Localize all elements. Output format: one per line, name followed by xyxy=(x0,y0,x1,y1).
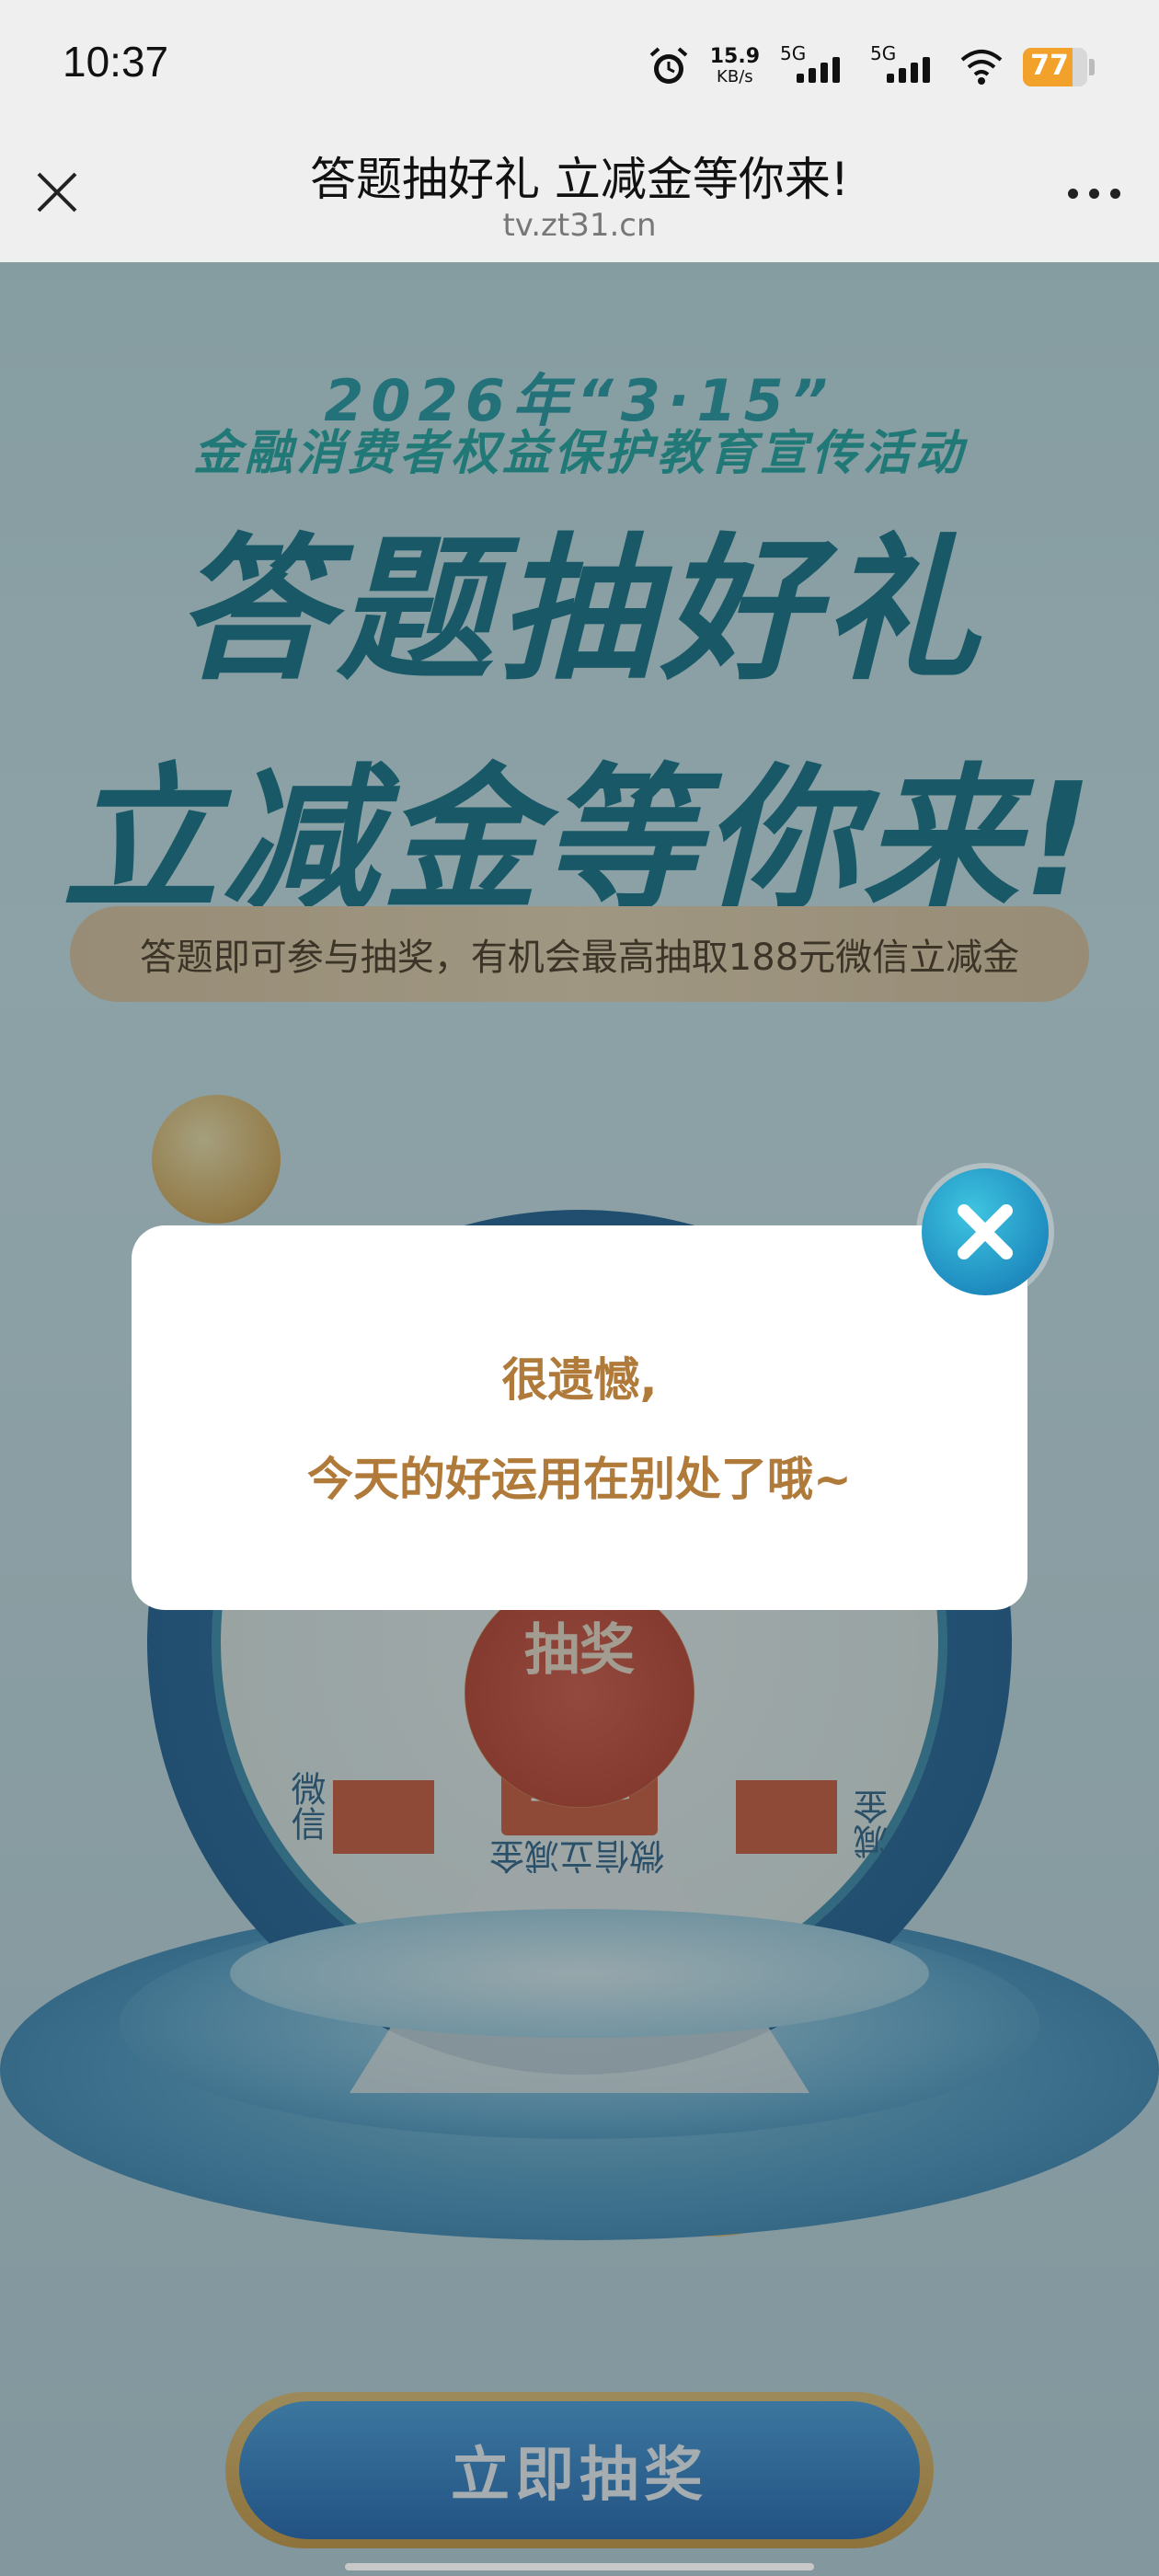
result-message-body: 今天的好运用在别处了哦~ xyxy=(307,1453,852,1506)
page-title: 答题抽好礼 立减金等你来! xyxy=(310,153,849,206)
close-icon xyxy=(958,1204,1013,1259)
home-indicator[interactable] xyxy=(345,2563,814,2570)
status-time: 10:37 xyxy=(63,38,169,86)
modal-close-button[interactable] xyxy=(922,1168,1049,1295)
status-bar: 10:37 15.9 KB/s 5G 5G 77 xyxy=(0,0,1159,133)
more-menu-icon[interactable] xyxy=(1068,189,1120,199)
battery-icon: 77 xyxy=(1023,48,1095,86)
network-speed-unit: KB/s xyxy=(717,67,753,86)
network-speed-value: 15.9 xyxy=(709,45,760,68)
alarm-icon xyxy=(649,47,688,84)
page-url: tv.zt31.cn xyxy=(502,207,657,244)
status-icons: 15.9 KB/s 5G 5G 77 xyxy=(648,42,1095,90)
signal-icon-1: 5G xyxy=(780,42,850,88)
signal-icon-2: 5G xyxy=(870,42,940,88)
browser-header: 答题抽好礼 立减金等你来! tv.zt31.cn xyxy=(0,133,1159,262)
battery-level: 77 xyxy=(1030,50,1069,82)
result-modal xyxy=(132,1225,1027,1610)
network-speed: 15.9 KB/s xyxy=(710,47,760,87)
result-message-title: 很遗憾, xyxy=(501,1353,658,1407)
wifi-icon xyxy=(960,50,1003,85)
